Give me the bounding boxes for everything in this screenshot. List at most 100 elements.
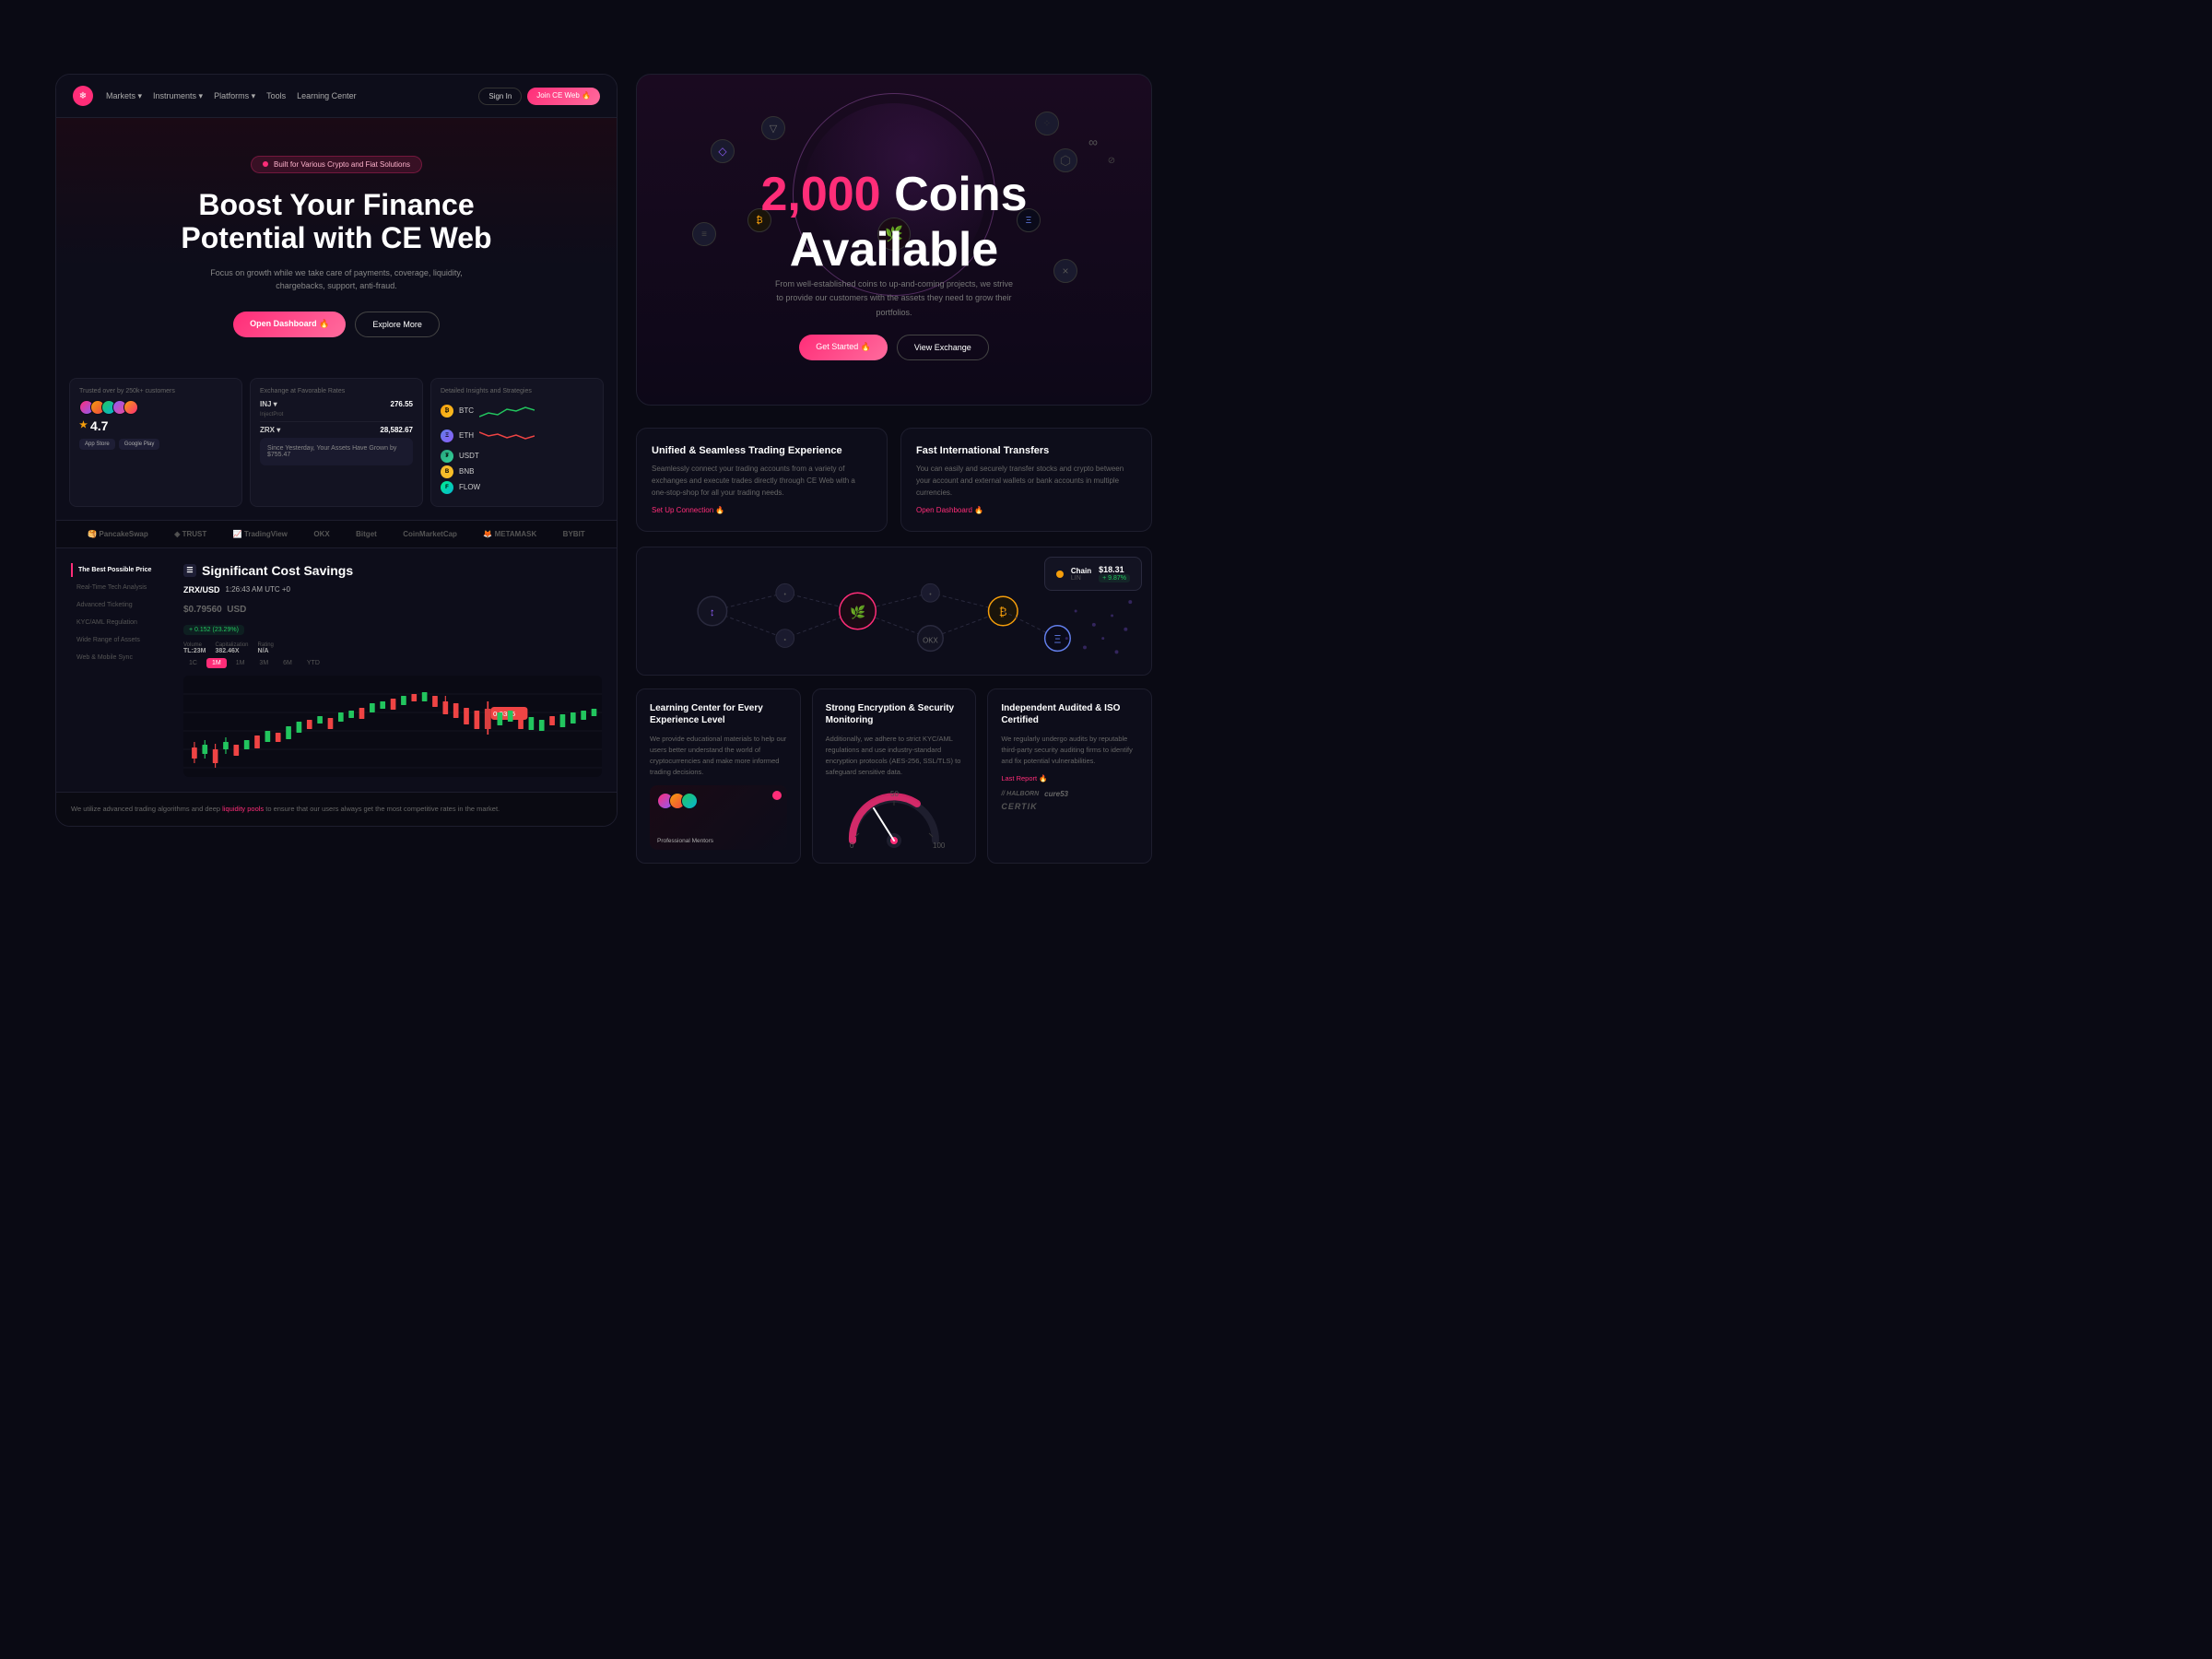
lower-features: Learning Center for Every Experience Lev… (636, 688, 1152, 864)
chain-change: + 9.87% (1099, 574, 1130, 582)
nav-items: Markets ▾ Instruments ▾ Platforms ▾ Tool… (106, 91, 465, 101)
chain-val: $18.31 (1099, 565, 1130, 574)
get-started-button[interactable]: Get Started 🔥 (799, 335, 888, 360)
gauge-visual: 0 50 100 (826, 785, 963, 850)
svg-text:₿: ₿ (999, 606, 1007, 618)
learning-desc: We provide educational materials to help… (650, 734, 787, 778)
star-icon: ★ (79, 420, 88, 430)
hero-section: Built for Various Crypto and Fiat Soluti… (56, 118, 617, 365)
sidebar-ticketing[interactable]: Advanced Ticketing (71, 598, 172, 612)
fi-dots: ⁘ (1035, 112, 1059, 135)
cost-main: ☰ Significant Cost Savings ZRX/USD 1:26:… (183, 563, 602, 777)
open-dashboard-button[interactable]: Open Dashboard 🔥 (233, 312, 346, 337)
security-title: Strong Encryption & Security Monitoring (826, 702, 963, 726)
learning-title: Learning Center for Every Experience Lev… (650, 702, 787, 726)
btc-sparkline (479, 400, 535, 422)
chart-change: + 0.152 (23.29%) (183, 625, 244, 635)
cost-section: The Best Possible Price Real-Time Tech A… (56, 547, 617, 792)
nav-instruments[interactable]: Instruments ▾ (153, 91, 203, 101)
sidebar-assets[interactable]: Wide Range of Assets (71, 633, 172, 647)
flow-name: FLOW (459, 483, 480, 491)
eth-name: ETH (459, 431, 474, 440)
cure53-logo: cure53 (1044, 790, 1068, 798)
pair-name: ZRX/USD (183, 585, 220, 594)
coins-number: 2,000 (760, 168, 880, 221)
tab-6m[interactable]: 6M (277, 658, 298, 668)
features-grid: Unified & Seamless Trading Experience Se… (636, 428, 1152, 532)
tab-1m2[interactable]: 1M (230, 658, 251, 668)
ticker-btc: ₿ BTC (441, 400, 594, 422)
tab-1m[interactable]: 1M (206, 658, 227, 668)
trusted-widget: Trusted over by 250k+ customers ★ 4.7 Ap… (69, 378, 242, 507)
ticker-usdt: ₮ USDT (441, 450, 594, 463)
brand-bitget: Bitget (356, 530, 377, 538)
sidebar-best-price[interactable]: The Best Possible Price (71, 563, 172, 577)
open-dashboard-link[interactable]: Open Dashboard 🔥 (916, 506, 1136, 514)
ticker-list: ₿ BTC Ξ ETH ₮ USDT (441, 400, 594, 494)
bnb-name: BNB (459, 467, 474, 476)
coins-buttons: Get Started 🔥 View Exchange (665, 335, 1124, 360)
exchange-callout: Since Yesterday, Your Assets Have Grown … (260, 438, 413, 465)
nav-platforms[interactable]: Platforms ▾ (214, 91, 255, 101)
audited-card: Independent Audited & ISO Certified We r… (987, 688, 1152, 864)
security-card: Strong Encryption & Security Monitoring … (812, 688, 977, 864)
nav-markets[interactable]: Markets ▾ (106, 91, 142, 101)
svg-text:100: 100 (933, 841, 946, 850)
chain-sub: LIN (1071, 575, 1091, 582)
nav-tools[interactable]: Tools (266, 91, 286, 101)
divider (260, 421, 413, 422)
hero-buttons: Open Dashboard 🔥 Explore More (84, 312, 589, 337)
sidebar-sync[interactable]: Web & Mobile Sync (71, 651, 172, 665)
sign-in-button[interactable]: Sign In (478, 88, 522, 105)
inj-sub: InjectProt (260, 412, 413, 418)
usdt-name: USDT (459, 452, 479, 460)
last-report-link[interactable]: Last Report 🔥 (1001, 774, 1138, 782)
navbar: ❄ Markets ▾ Instruments ▾ Platforms ▾ To… (56, 75, 617, 118)
zrx-name: ZRX ▾ (260, 426, 280, 434)
insights-label: Detailed Insights and Strategies (441, 388, 594, 394)
liquidity-link[interactable]: liquidity pools (222, 805, 264, 813)
flow-icon: F (441, 481, 453, 494)
rating-display: ★ 4.7 (79, 418, 232, 433)
brand-cmc: CoinMarketCap (403, 530, 457, 538)
setup-connection-link[interactable]: Set Up Connection 🔥 (652, 506, 872, 514)
trusted-label: Trusted over by 250k+ customers (79, 388, 232, 394)
app-store-buttons: App Store Google Play (79, 439, 232, 450)
tab-ytd[interactable]: YTD (301, 658, 325, 668)
exchange-row-2: ZRX ▾ 28,582.67 (260, 426, 413, 434)
left-panel: ❄ Markets ▾ Instruments ▾ Platforms ▾ To… (55, 74, 618, 827)
avatar-row (79, 400, 232, 415)
halborn-logo: // HALBORN (1001, 791, 1039, 797)
tab-3m[interactable]: 3M (253, 658, 274, 668)
chart-price: $0.79560 USD (183, 596, 602, 618)
learning-card: Learning Center for Every Experience Lev… (636, 688, 801, 864)
sidebar-tech[interactable]: Real-Time Tech Analysis (71, 581, 172, 594)
feature-unified-title: Unified & Seamless Trading Experience (652, 445, 872, 456)
price-unit: USD (227, 605, 246, 615)
widgets-row: Trusted over by 250k+ customers ★ 4.7 Ap… (56, 365, 617, 520)
hero-subtitle: Focus on growth while we take care of pa… (207, 266, 465, 293)
chain-dot (1056, 571, 1064, 578)
view-exchange-button[interactable]: View Exchange (897, 335, 989, 360)
cost-title-icon: ☰ (183, 564, 196, 577)
eth-icon: Ξ (441, 429, 453, 442)
app-store-button[interactable]: App Store (79, 439, 115, 450)
google-play-button[interactable]: Google Play (119, 439, 160, 450)
video-label: Professional Mentors (657, 838, 713, 844)
coins-count: 2,000 Coins Available (665, 167, 1124, 277)
chain-name: Chain (1071, 567, 1091, 575)
nav-learning[interactable]: Learning Center (297, 91, 357, 101)
explore-more-button[interactable]: Explore More (355, 312, 440, 337)
brand-pancakeswap: 🥞 PancakeSwap (88, 530, 148, 538)
auditor-row-2: CERTIK (1001, 802, 1138, 811)
btc-name: BTC (459, 406, 474, 415)
nav-logo: ❄ (73, 86, 93, 106)
gauge-svg: 0 50 100 (839, 785, 949, 850)
svg-text:↕: ↕ (710, 606, 715, 618)
badge-dot (263, 161, 268, 167)
sidebar-kyc[interactable]: KYC/AML Regulation (71, 616, 172, 629)
join-button[interactable]: Join CE Web 🔥 (527, 88, 600, 105)
tab-1c[interactable]: 1C (183, 658, 203, 668)
feature-transfers-title: Fast International Transfers (916, 445, 1136, 456)
ticker-bnb: B BNB (441, 465, 594, 478)
